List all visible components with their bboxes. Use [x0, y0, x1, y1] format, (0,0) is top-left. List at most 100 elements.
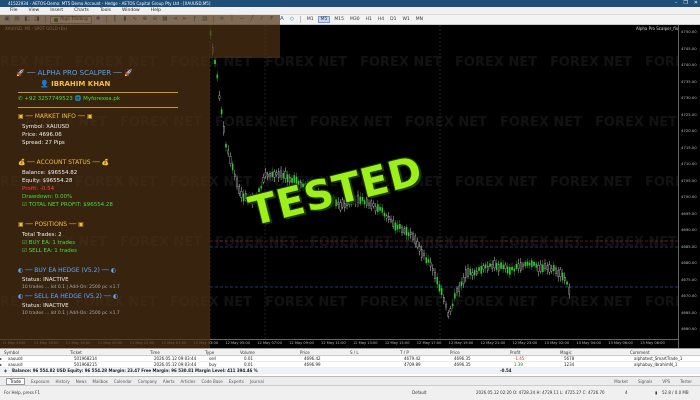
- price-axis[interactable]: 4750.00 4745.00 4740.00 4735.00 4730.00 4725.…: [678, 25, 700, 348]
- candle-body: [555, 267, 557, 274]
- toolbox-tab-calendar[interactable]: Calendar: [114, 379, 132, 384]
- toolbox-tab-articles[interactable]: Articles: [181, 379, 196, 384]
- balance-icon: ◈: [4, 368, 8, 373]
- toolbox-tab-exposure[interactable]: Exposure: [31, 379, 50, 384]
- menu-tools[interactable]: Tools: [100, 8, 111, 13]
- candle-body: [456, 288, 458, 293]
- table-row-balance: ◈ Balance: 96 554.82 USD Equity: 96 554.…: [0, 368, 700, 374]
- candle-body: [454, 293, 456, 299]
- account-drawdown: Drawdown: 0.00%: [22, 194, 73, 200]
- toolbox-tab-code-base[interactable]: Code Base: [201, 379, 222, 384]
- half-moon-icon: ◐: [18, 267, 24, 274]
- candle-body: [544, 263, 546, 269]
- candle-body: [390, 218, 392, 222]
- price-tick-label: 4690.00: [681, 227, 697, 232]
- toolbox-tab-history[interactable]: History: [55, 379, 69, 384]
- sell-hedge-status: Status: INACTIVE: [22, 303, 69, 309]
- candle-body: [421, 249, 423, 258]
- table-column-header[interactable]: Price: [450, 349, 460, 356]
- timeframe-d1[interactable]: D1: [388, 17, 398, 22]
- toolbox-tab-experts[interactable]: Experts: [229, 379, 244, 384]
- menu-help[interactable]: Help: [151, 8, 161, 13]
- menu-window[interactable]: Window: [122, 8, 140, 13]
- toolbox-tab-company[interactable]: Company: [138, 379, 157, 384]
- panel-site[interactable]: Myforexea.pk: [83, 96, 120, 102]
- status-bar-info: 2026.05.12 02:20 O: 4728.24 H: 4729.11 L…: [476, 390, 605, 395]
- table-column-header[interactable]: Type: [205, 349, 214, 356]
- candle-body: [407, 232, 410, 237]
- shapes-icon[interactable]: ◇: [288, 16, 296, 23]
- timeframe-h1[interactable]: H1: [364, 17, 374, 22]
- status-profile[interactable]: Default: [412, 390, 427, 395]
- phone-icon: ✆: [18, 96, 23, 102]
- candle-body: [489, 263, 491, 267]
- sell-trades: SELL EA: 1 trades: [28, 248, 78, 254]
- half-moon-icon: ◐: [18, 293, 24, 300]
- toolbox-tab-news[interactable]: News: [76, 379, 87, 384]
- candle-body: [493, 260, 496, 269]
- globe-icon: 🌐: [74, 96, 82, 102]
- candle-body: [478, 267, 480, 271]
- candle-body: [513, 268, 516, 272]
- candle-body: [377, 204, 379, 212]
- candle-body: [227, 149, 230, 155]
- toolbox-tab-vps[interactable]: VPS: [662, 379, 670, 384]
- price-tick-label: 4700.00: [681, 194, 697, 199]
- candle-body: [458, 285, 461, 293]
- table-column-header[interactable]: Ticket: [70, 349, 82, 356]
- time-tick-label: 12 May 07:00: [257, 341, 282, 345]
- close-icon[interactable]: ✕: [694, 0, 698, 7]
- candle-body: [388, 216, 390, 221]
- timeframe-m1[interactable]: M1: [305, 17, 316, 22]
- panel-title: ALPHA PRO SCALPER: [37, 69, 112, 77]
- menu-insert[interactable]: Insert: [50, 8, 63, 13]
- candle-body: [264, 171, 267, 177]
- toolbox-tab-alerts[interactable]: Alerts: [163, 379, 175, 384]
- price-tick-label: 4675.00: [681, 276, 697, 282]
- candle-body: [280, 170, 282, 177]
- positions-header: ▣ ── POSITIONS ── ▣: [18, 221, 84, 228]
- table-column-header[interactable]: Magic: [560, 349, 572, 356]
- money-bag-icon: 💰: [101, 159, 110, 166]
- timeframe-m30[interactable]: M30: [348, 17, 362, 22]
- sell-hedge-title: SELL EA HEDGE (V5.2): [34, 293, 102, 300]
- rocket-icon: 🚀: [16, 69, 25, 77]
- timeframe-w1[interactable]: W1: [400, 17, 411, 22]
- sell-hedge-info: 10 trades ... lot 0.1 | Add-On: 2500 pc …: [22, 311, 120, 316]
- table-column-header[interactable]: Profit: [510, 349, 520, 356]
- menu-charts[interactable]: Charts: [74, 8, 89, 13]
- table-column-header[interactable]: Volume: [240, 349, 255, 356]
- toolbox-tab-mailbox[interactable]: Mailbox: [93, 379, 108, 384]
- toolbox-tab-journal[interactable]: Journal: [250, 379, 264, 384]
- balance-summary: Balance: 96 554.82 USD Equity: 96 554.28…: [12, 368, 258, 373]
- timeframe-h4[interactable]: H4: [376, 17, 386, 22]
- toolbox-tab-tester[interactable]: Tester: [680, 379, 692, 384]
- table-column-header[interactable]: Time: [150, 349, 160, 356]
- minimize-icon[interactable]: –: [675, 0, 678, 7]
- toolbox-tab-trade[interactable]: Trade: [6, 377, 25, 385]
- menu-file[interactable]: File: [10, 8, 18, 13]
- candle-body: [438, 284, 441, 292]
- menu-view[interactable]: View: [29, 8, 40, 13]
- timeframe-m15[interactable]: M15: [332, 17, 346, 22]
- price-tick-label: 4735.00: [681, 78, 697, 84]
- table-column-header[interactable]: Comment: [630, 349, 650, 356]
- price-tick-label: 4740.00: [681, 62, 697, 67]
- user-icon: 👤: [40, 80, 49, 88]
- candle-body: [471, 272, 474, 276]
- timeframe-mn[interactable]: MN: [414, 17, 425, 22]
- time-tick-label: 13 May 06:00: [608, 341, 633, 345]
- toolbox-tab-market[interactable]: Market: [614, 379, 628, 384]
- table-column-header[interactable]: S / L: [350, 349, 359, 356]
- table-column-header[interactable]: Price: [300, 349, 310, 356]
- maximize-icon[interactable]: ❐: [683, 0, 687, 7]
- table-column-header[interactable]: Symbol: [4, 349, 19, 356]
- toolbox-tab-signals[interactable]: Signals: [638, 379, 652, 384]
- candle-body: [242, 193, 245, 202]
- table-header: Symbol Ticket Time Type Volume Price S / L T / …: [0, 349, 700, 356]
- panel-phone[interactable]: +92 3257749523: [24, 96, 72, 102]
- table-column-header[interactable]: T / P: [400, 349, 409, 356]
- time-tick-label: 12 May 09:00: [289, 341, 314, 345]
- total-net-profit: TOTAL NET PROFIT: $96554.28: [28, 202, 113, 208]
- timeframe-m5[interactable]: M5: [317, 16, 331, 23]
